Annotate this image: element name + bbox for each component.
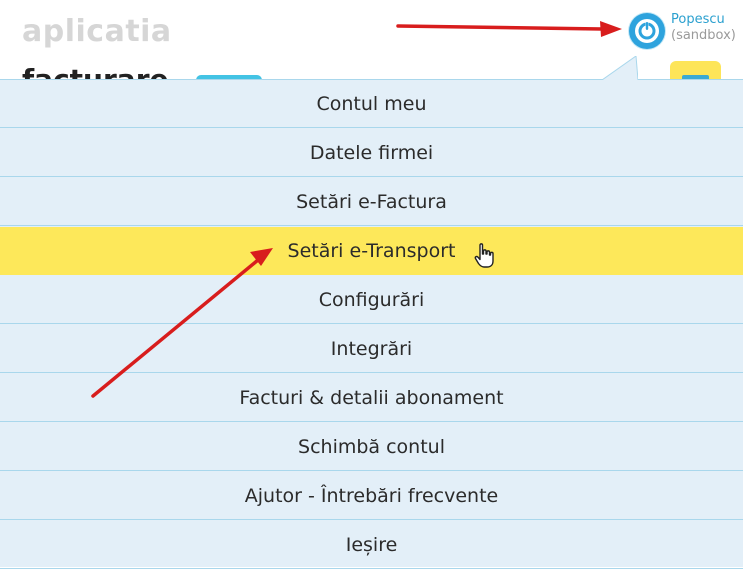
menu-item-label: Configurări <box>318 288 425 311</box>
menu-item-contul-meu[interactable]: Contul meu <box>0 80 743 128</box>
hand-cursor-icon <box>474 243 494 268</box>
power-icon[interactable] <box>629 13 665 49</box>
menu-item-iesire[interactable]: Ieșire <box>0 521 743 569</box>
brand-subtitle: facturare <box>22 66 192 80</box>
menu-item-label: Setări e-Factura <box>296 190 447 213</box>
menu-item-label: Setări e-Transport <box>287 239 456 262</box>
menu-item-facturi-abonament[interactable]: Facturi & detalii abonament <box>0 374 743 422</box>
menu-item-label: Ajutor - Întrebări frecvente <box>244 484 499 507</box>
menu-item-label: Integrări <box>330 337 413 360</box>
dropdown-caret-icon <box>602 56 638 80</box>
menu-item-label: Datele firmei <box>309 141 434 164</box>
menu-item-label: Contul meu <box>316 92 427 115</box>
account-dropdown-menu: Contul meu Datele firmei Setări e-Factur… <box>0 79 743 569</box>
menu-item-datele-firmei[interactable]: Datele firmei <box>0 129 743 177</box>
menu-item-ajutor[interactable]: Ajutor - Întrebări frecvente <box>0 472 743 520</box>
user-environment: (sandbox) <box>671 28 736 43</box>
menu-item-configurari[interactable]: Configurări <box>0 276 743 324</box>
menu-item-label: Ieșire <box>345 533 398 556</box>
menu-item-setari-etransport[interactable]: Setări e-Transport <box>0 227 743 275</box>
menu-item-schimba-contul[interactable]: Schimbă contul <box>0 423 743 471</box>
menu-item-setari-efactura[interactable]: Setări e-Factura <box>0 178 743 226</box>
menu-item-integrari[interactable]: Integrări <box>0 325 743 373</box>
brand-logo[interactable]: aplicatia <box>22 14 172 49</box>
menu-item-label: Facturi & detalii abonament <box>239 386 504 409</box>
menu-item-label: Schimbă contul <box>298 435 445 458</box>
user-name[interactable]: Popescu <box>671 12 725 27</box>
